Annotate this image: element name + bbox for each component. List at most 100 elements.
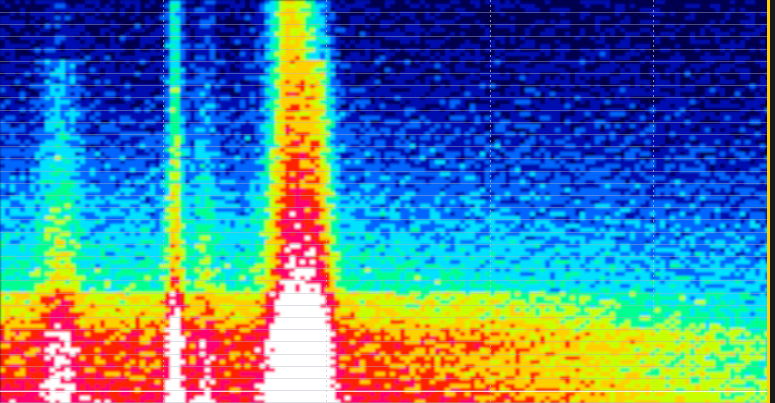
spectrogram-view[interactable] [0, 0, 775, 403]
heatmap-cell [15, 80, 21, 85]
heatmap-cell [465, 32, 471, 37]
heatmap-cell [455, 40, 461, 45]
heatmap-cell [650, 116, 656, 121]
heatmap-cell [480, 64, 486, 69]
heatmap-cell [455, 16, 461, 21]
heatmap-cell [335, 8, 341, 13]
heatmap-cell [650, 52, 656, 57]
heatmap-cell [100, 20, 106, 25]
heatmap-cell [235, 8, 241, 13]
heatmap-cell [750, 16, 756, 21]
heatmap-cell [90, 8, 96, 13]
heatmap-cell [270, 60, 276, 65]
heatmap-cell [450, 64, 456, 69]
heatmap-cell [275, 48, 281, 53]
heatmap-cell [70, 48, 76, 53]
heatmap-cell [595, 4, 601, 9]
heatmap-cell [45, 92, 51, 97]
heatmap-cell [335, 96, 341, 101]
heatmap-cell [580, 88, 586, 93]
heatmap-cell [95, 16, 101, 21]
heatmap-cell [95, 28, 101, 33]
heatmap-cell [330, 68, 336, 73]
heatmap-cell [400, 64, 406, 69]
heatmap-cell [140, 44, 146, 49]
heatmap-cell [245, 80, 251, 85]
heatmap-cell [290, 28, 296, 33]
heatmap-cell [175, 32, 181, 37]
heatmap-cell [715, 124, 721, 129]
heatmap-cell [90, 64, 96, 69]
heatmap-cell [660, 60, 666, 65]
heatmap-cell [725, 40, 731, 45]
heatmap-cell [525, 32, 531, 37]
heatmap-cell [760, 76, 766, 81]
heatmap-cell [40, 76, 46, 81]
heatmap-cell [525, 100, 531, 105]
heatmap-cell [620, 72, 626, 77]
heatmap-cell [20, 4, 26, 9]
heatmap-cell [150, 88, 156, 93]
heatmap-cell [160, 68, 166, 73]
heatmap-cell [600, 8, 606, 13]
heatmap-cell [110, 92, 116, 97]
heatmap-cell [610, 16, 616, 21]
heatmap-cell [385, 68, 391, 73]
heatmap-cell [310, 16, 316, 21]
heatmap-cell [280, 40, 286, 45]
heatmap-cell [605, 8, 611, 13]
heatmap-cell [530, 68, 536, 73]
heatmap-cell [385, 112, 391, 117]
heatmap-cell [265, 56, 271, 61]
heatmap-cell [270, 124, 276, 129]
heatmap-cell [630, 80, 636, 85]
heatmap-cell [685, 112, 691, 117]
heatmap-cell [545, 32, 551, 37]
heatmap-cell [50, 8, 56, 13]
heatmap-cell [55, 124, 61, 129]
heatmap-cell [590, 0, 596, 5]
heatmap-cell [700, 40, 706, 45]
heatmap-cell [500, 56, 506, 61]
heatmap-cell [5, 56, 11, 61]
heatmap-cell [55, 92, 61, 97]
heatmap-cell [70, 68, 76, 73]
heatmap-cell [20, 56, 26, 61]
heatmap-cell [450, 116, 456, 121]
heatmap-cell [635, 76, 641, 81]
heatmap-cell [40, 20, 46, 25]
heatmap-cell [340, 88, 346, 93]
heatmap-cell [630, 76, 636, 81]
heatmap-cell [615, 92, 621, 97]
heatmap-cell [480, 96, 486, 101]
heatmap-cell [85, 116, 91, 121]
heatmap-cell [405, 84, 411, 89]
heatmap-cell [165, 128, 171, 133]
heatmap-cell [540, 4, 546, 9]
heatmap-cell [40, 92, 46, 97]
heatmap-cell [695, 72, 701, 77]
heatmap-cell [140, 52, 146, 57]
heatmap-cell [715, 8, 721, 13]
heatmap-cell [370, 88, 376, 93]
heatmap-cell [215, 20, 221, 25]
heatmap-cell [760, 64, 766, 69]
heatmap-cell [410, 0, 416, 5]
heatmap-cell [520, 0, 526, 5]
heatmap-cell [605, 68, 611, 73]
heatmap-cell [660, 84, 666, 89]
heatmap-cell [245, 112, 251, 117]
heatmap-cell [175, 48, 181, 53]
heatmap-cell [650, 112, 656, 117]
heatmap-cell [125, 64, 131, 69]
heatmap-cell [610, 4, 616, 9]
heatmap-cell [285, 20, 291, 25]
heatmap-cell [300, 20, 306, 25]
heatmap-cell [415, 20, 421, 25]
heatmap-cell [360, 80, 366, 85]
heatmap-cell [135, 4, 141, 9]
heatmap-cell [700, 68, 706, 73]
heatmap-cell [185, 100, 191, 105]
heatmap-cell [275, 8, 281, 13]
heatmap-cell [740, 4, 746, 9]
